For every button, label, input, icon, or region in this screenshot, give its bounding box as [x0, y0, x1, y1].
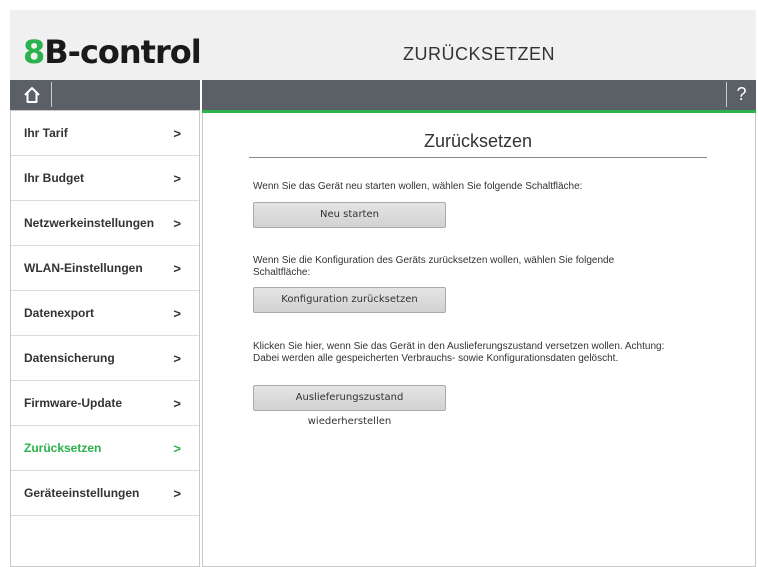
chevron-right-icon: >: [173, 260, 181, 276]
help-button[interactable]: ?: [726, 82, 756, 107]
sidebar-item-label: Ihr Tarif: [24, 126, 68, 140]
logo-accent: 8: [23, 33, 45, 71]
sidebar-item-label: Datensicherung: [24, 351, 115, 365]
sidebar-item-ihr-budget[interactable]: Ihr Budget >: [11, 156, 199, 201]
sidebar-item-firmware-update[interactable]: Firmware-Update >: [11, 381, 199, 426]
sidebar-item-zuruecksetzen[interactable]: Zurücksetzen >: [11, 426, 199, 471]
chevron-right-icon: >: [173, 125, 181, 141]
sidebar-item-label: Zurücksetzen: [24, 441, 102, 455]
sidebar-item-wlan-einstellungen[interactable]: WLAN-Einstellungen >: [11, 246, 199, 291]
sidebar-item-netzwerkeinstellungen[interactable]: Netzwerkeinstellungen >: [11, 201, 199, 246]
chevron-right-icon: >: [173, 485, 181, 501]
factory-reset-description: Klicken Sie hier, wenn Sie das Gerät in …: [253, 341, 665, 364]
logo: 8B-control: [23, 32, 202, 72]
home-button[interactable]: [12, 82, 52, 107]
page-heading: ZURÜCKSETZEN: [402, 44, 555, 64]
main-panel: Zurücksetzen Wenn Sie das Gerät neu star…: [202, 113, 756, 567]
home-icon: [23, 86, 40, 103]
sidebar-item-label: Netzwerkeinstellungen: [24, 216, 155, 230]
sidebar-item-label: Datenexport: [24, 306, 95, 320]
chevron-right-icon: >: [173, 440, 181, 456]
chevron-right-icon: >: [173, 170, 181, 186]
restart-description: Wenn Sie das Gerät neu starten wollen, w…: [253, 181, 583, 192]
restart-button[interactable]: Neu starten: [253, 202, 446, 228]
sidebar-item-label: Geräteeinstellungen: [24, 486, 140, 500]
sidebar-item-label: WLAN-Einstellungen: [24, 261, 143, 275]
sidebar-nav: Ihr Tarif > Ihr Budget > Netzwerkeinstel…: [10, 110, 200, 567]
sidebar-item-label: Firmware-Update: [24, 396, 123, 410]
chevron-right-icon: >: [173, 305, 181, 321]
sidebar-item-geraeteeinstellungen[interactable]: Geräteeinstellungen >: [11, 471, 199, 516]
app-header: 8B-control ZURÜCKSETZEN: [10, 10, 756, 80]
sidebar-item-datenexport[interactable]: Datenexport >: [11, 291, 199, 336]
content-toolbar: [202, 80, 756, 110]
factory-reset-button[interactable]: Auslieferungszustand wiederherstellen: [253, 385, 446, 427]
chevron-right-icon: >: [173, 395, 181, 411]
section-title: Zurücksetzen: [423, 131, 533, 151]
title-divider: [249, 157, 707, 158]
sidebar-item-label: Ihr Budget: [24, 171, 84, 185]
chevron-right-icon: >: [173, 350, 181, 366]
sidebar-item-datensicherung[interactable]: Datensicherung >: [11, 336, 199, 381]
reset-config-description: Wenn Sie die Konfiguration des Geräts zu…: [253, 255, 615, 278]
reset-config-button[interactable]: Konfiguration zurücksetzen: [253, 287, 446, 313]
chevron-right-icon: >: [173, 215, 181, 231]
logo-text: B-control: [44, 33, 201, 71]
sidebar-item-ihr-tarif[interactable]: Ihr Tarif >: [11, 111, 199, 156]
